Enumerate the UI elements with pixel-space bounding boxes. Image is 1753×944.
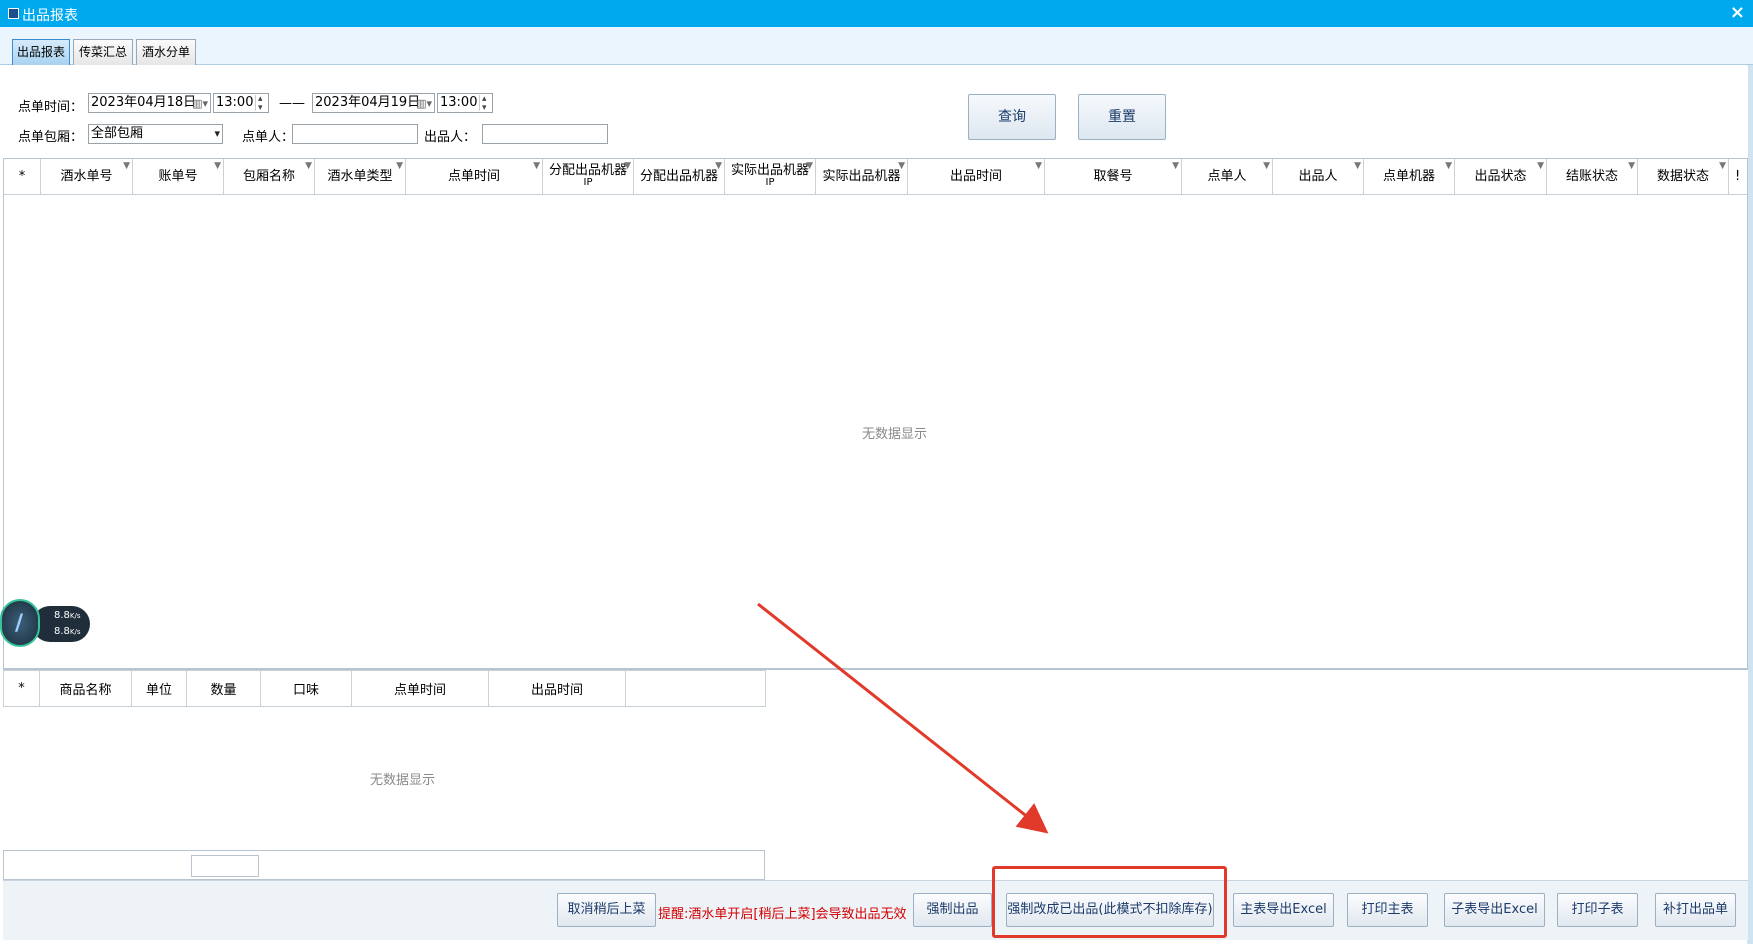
annotation-arrow bbox=[757, 602, 1049, 834]
